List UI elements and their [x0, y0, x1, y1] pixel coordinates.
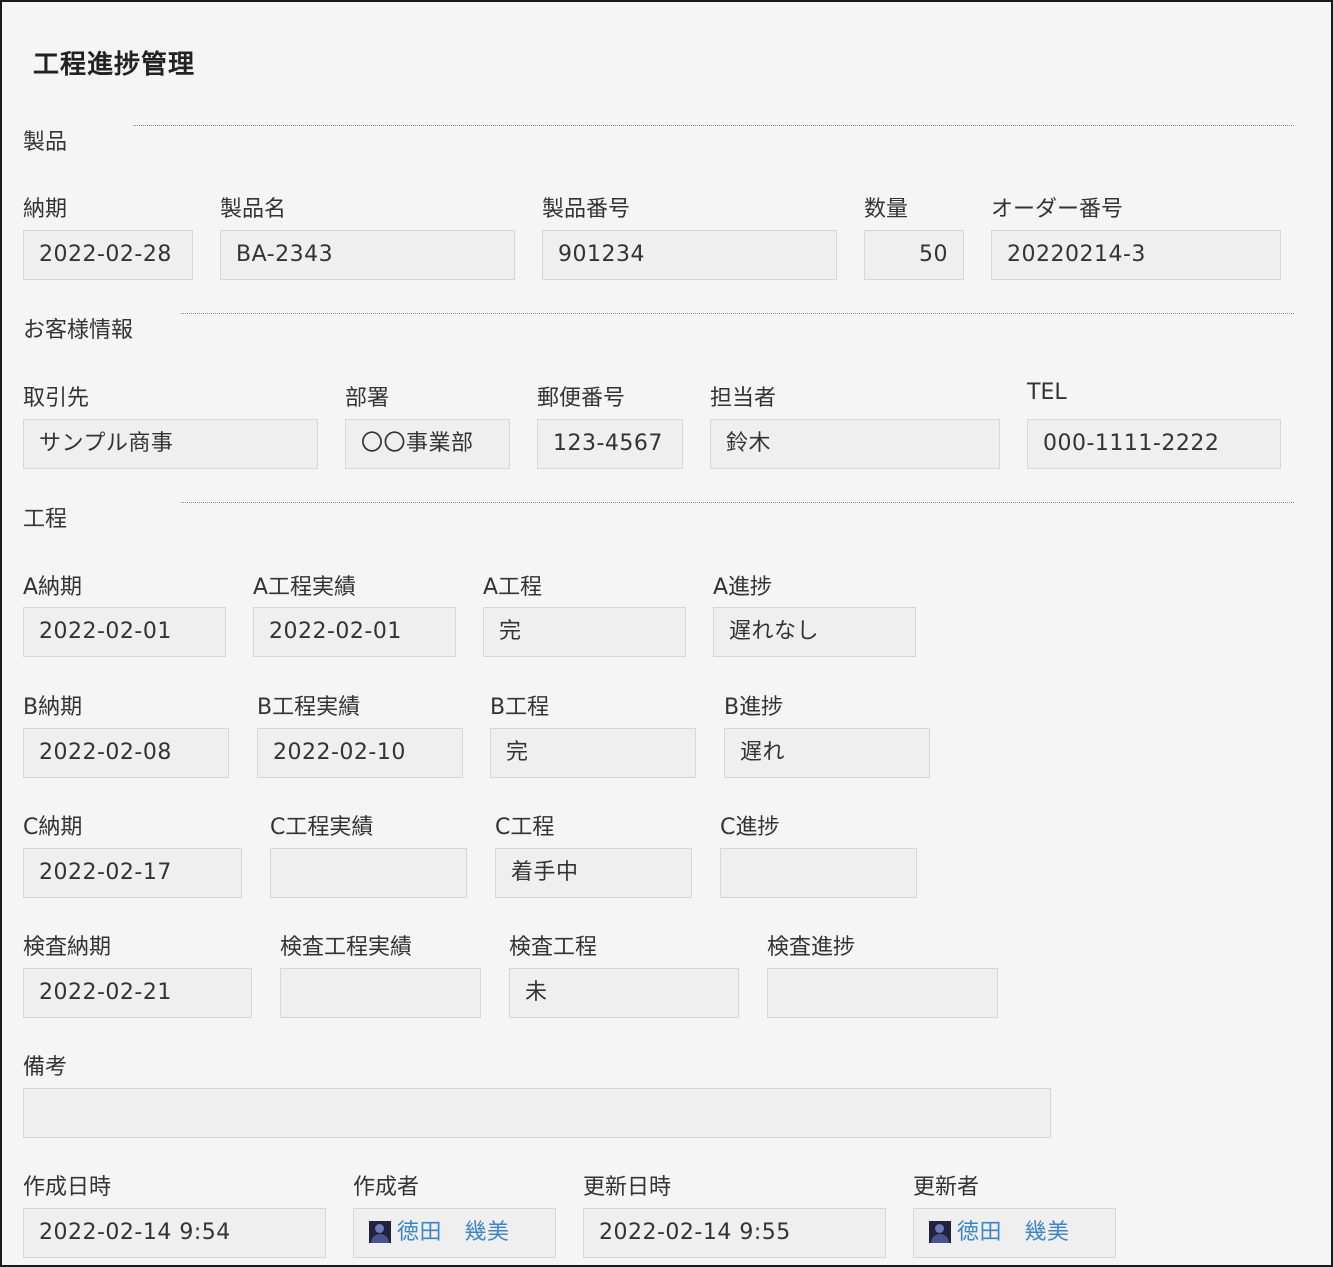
order-number-field[interactable]: 20220214-3	[991, 230, 1281, 280]
updated-at-field: 2022-02-14 9:55	[583, 1208, 886, 1258]
a-actual-label: A工程実績	[253, 575, 357, 600]
b-status-field[interactable]: 完	[490, 728, 696, 778]
due-field[interactable]: 2022-02-28	[23, 230, 193, 280]
updater-link[interactable]: 徳田 幾美	[957, 1220, 1070, 1245]
product-number-label: 製品番号	[542, 197, 631, 222]
department-field[interactable]: 〇〇事業部	[345, 419, 510, 469]
contact-person-label: 担当者	[710, 386, 777, 411]
tel-label: TEL	[1027, 380, 1067, 405]
a-due-field[interactable]: 2022-02-01	[23, 607, 226, 657]
updater-field: 徳田 幾美	[913, 1208, 1116, 1258]
inspect-progress-label: 検査進捗	[767, 935, 856, 960]
a-status-field[interactable]: 完	[483, 607, 686, 657]
page-title: 工程進捗管理	[33, 50, 196, 80]
inspect-due-field[interactable]: 2022-02-21	[23, 968, 252, 1018]
remarks-label: 備考	[23, 1055, 68, 1080]
c-actual-label: C工程実績	[270, 815, 374, 840]
section-process-divider	[181, 502, 1294, 503]
c-progress-field[interactable]	[720, 848, 917, 898]
inspect-progress-field[interactable]	[767, 968, 998, 1018]
c-actual-field[interactable]	[270, 848, 467, 898]
b-progress-field[interactable]: 遅れ	[724, 728, 930, 778]
product-number-field[interactable]: 901234	[542, 230, 837, 280]
inspect-status-label: 検査工程	[509, 935, 598, 960]
creator-label: 作成者	[353, 1175, 420, 1200]
record-form: 工程進捗管理 製品 納期 2022-02-28 製品名 BA-2343 製品番号…	[0, 0, 1333, 1267]
c-due-label: C納期	[23, 815, 83, 840]
client-label: 取引先	[23, 386, 90, 411]
a-actual-field[interactable]: 2022-02-01	[253, 607, 456, 657]
b-status-label: B工程	[490, 695, 550, 720]
section-product-label: 製品	[23, 130, 68, 155]
order-number-label: オーダー番号	[991, 197, 1124, 222]
b-due-label: B納期	[23, 695, 83, 720]
tel-field[interactable]: 000-1111-2222	[1027, 419, 1281, 469]
inspect-due-label: 検査納期	[23, 935, 112, 960]
c-status-field[interactable]: 着手中	[495, 848, 692, 898]
creator-field: 徳田 幾美	[353, 1208, 556, 1258]
creator-link[interactable]: 徳田 幾美	[397, 1220, 510, 1245]
a-progress-label: A進捗	[713, 575, 773, 600]
a-progress-field[interactable]: 遅れなし	[713, 607, 916, 657]
b-progress-label: B進捗	[724, 695, 784, 720]
c-progress-label: C進捗	[720, 815, 780, 840]
c-status-label: C工程	[495, 815, 555, 840]
b-actual-field[interactable]: 2022-02-10	[257, 728, 463, 778]
postal-code-field[interactable]: 123-4567	[537, 419, 683, 469]
quantity-label: 数量	[864, 197, 909, 222]
inspect-actual-label: 検査工程実績	[280, 935, 413, 960]
inspect-actual-field[interactable]	[280, 968, 481, 1018]
section-customer-label: お客様情報	[23, 318, 134, 343]
quantity-field[interactable]: 50	[864, 230, 964, 280]
inspect-status-field[interactable]: 未	[509, 968, 739, 1018]
product-name-label: 製品名	[220, 197, 287, 222]
due-label: 納期	[23, 197, 68, 222]
a-status-label: A工程	[483, 575, 543, 600]
updated-at-label: 更新日時	[583, 1175, 672, 1200]
contact-person-field[interactable]: 鈴木	[710, 419, 1000, 469]
postal-code-label: 郵便番号	[537, 386, 626, 411]
section-process-label: 工程	[23, 507, 68, 532]
c-due-field[interactable]: 2022-02-17	[23, 848, 242, 898]
user-avatar-icon	[369, 1221, 391, 1243]
b-due-field[interactable]: 2022-02-08	[23, 728, 229, 778]
updater-label: 更新者	[913, 1175, 980, 1200]
created-at-field: 2022-02-14 9:54	[23, 1208, 326, 1258]
section-customer-divider	[181, 313, 1294, 314]
created-at-label: 作成日時	[23, 1175, 112, 1200]
user-avatar-icon	[929, 1221, 951, 1243]
section-product-divider	[133, 125, 1294, 126]
remarks-field[interactable]	[23, 1088, 1051, 1138]
client-field[interactable]: サンプル商事	[23, 419, 318, 469]
product-name-field[interactable]: BA-2343	[220, 230, 515, 280]
a-due-label: A納期	[23, 575, 83, 600]
b-actual-label: B工程実績	[257, 695, 361, 720]
department-label: 部署	[345, 386, 390, 411]
